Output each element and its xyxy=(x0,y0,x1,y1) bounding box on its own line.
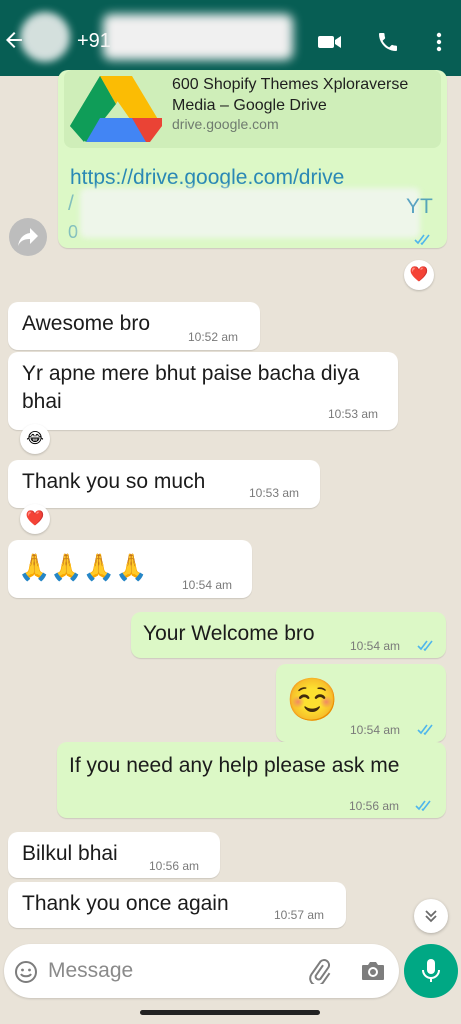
laugh-reaction[interactable]: 😂 xyxy=(20,424,50,454)
read-ticks-icon xyxy=(415,800,431,811)
link-url-fragment: 0 xyxy=(68,222,79,242)
link-url-tail: YT xyxy=(406,195,433,218)
emoji-message: 🙏🙏🙏🙏 xyxy=(18,552,148,582)
message-time: 10:53 am xyxy=(249,486,300,500)
chat-area[interactable]: 600 Shopify Themes Xploraverse Media – G… xyxy=(0,70,461,942)
message-time: 10:54 am xyxy=(182,578,233,592)
message-time: 10:56 am xyxy=(149,859,200,873)
more-options-icon[interactable] xyxy=(430,30,448,54)
incoming-message[interactable]: Bilkul bhai 10:56 am xyxy=(8,832,220,878)
emoji-icon[interactable] xyxy=(14,960,38,984)
camera-icon[interactable] xyxy=(360,960,386,982)
message-time: 10:57 am xyxy=(274,908,325,922)
message-text: If you need any help please ask me xyxy=(69,754,400,777)
mic-icon xyxy=(422,959,440,982)
message-input[interactable] xyxy=(48,954,288,988)
avatar[interactable] xyxy=(20,12,70,62)
outgoing-message[interactable]: If you need any help please ask me 10:56… xyxy=(57,742,446,818)
message-time: 10:53 am xyxy=(328,407,379,421)
link-preview-domain: drive.google.com xyxy=(172,116,279,132)
message-text: Your Welcome bro xyxy=(143,622,315,645)
message-text: Yr apne mere bhut paise bacha diya bhai xyxy=(22,362,360,413)
heart-reaction[interactable]: ❤️ xyxy=(404,260,434,290)
heart-reaction[interactable]: ❤️ xyxy=(20,504,50,534)
read-ticks-icon xyxy=(417,724,433,735)
link-url[interactable]: https://drive.google.com/drive xyxy=(70,166,344,190)
redacted-url xyxy=(80,188,420,238)
forward-button[interactable] xyxy=(9,218,47,256)
message-time: 10:52 am xyxy=(188,330,239,344)
google-drive-logo xyxy=(70,76,162,142)
link-url-fragment: / xyxy=(68,192,74,215)
message-time: 10:54 am xyxy=(350,639,401,653)
message-text: Bilkul bhai xyxy=(22,842,118,865)
link-message-bubble[interactable]: 600 Shopify Themes Xploraverse Media – G… xyxy=(58,70,447,248)
message-time: 10:54 am xyxy=(350,723,401,737)
incoming-message[interactable]: Thank you so much 10:53 am xyxy=(8,460,320,508)
message-text: Thank you once again xyxy=(22,892,229,915)
link-preview-title: 600 Shopify Themes Xploraverse Media – G… xyxy=(172,76,409,114)
message-composer xyxy=(4,944,399,998)
message-text: ☺️ xyxy=(286,676,339,723)
video-call-icon[interactable] xyxy=(317,30,343,54)
voice-message-button[interactable] xyxy=(404,944,458,998)
redacted-contact-name xyxy=(103,14,293,60)
home-indicator xyxy=(140,1010,320,1015)
incoming-message[interactable]: Awesome bro 10:52 am xyxy=(8,302,260,350)
forward-icon xyxy=(18,228,38,246)
incoming-message[interactable]: Thank you once again 10:57 am xyxy=(8,882,346,928)
outgoing-message[interactable]: ☺️ 10:54 am xyxy=(276,664,446,742)
read-ticks-icon xyxy=(414,234,430,245)
outgoing-message[interactable]: Your Welcome bro 10:54 am xyxy=(131,612,446,658)
attach-icon[interactable] xyxy=(306,958,332,984)
link-preview-card[interactable]: 600 Shopify Themes Xploraverse Media – G… xyxy=(64,70,441,148)
message-text: Awesome bro xyxy=(22,312,151,335)
incoming-message[interactable]: Yr apne mere bhut paise bacha diya bhai … xyxy=(8,352,398,430)
double-chevron-down-icon xyxy=(425,910,437,923)
message-time: 10:56 am xyxy=(349,799,400,813)
message-text: 🙏🙏🙏🙏 xyxy=(18,552,148,582)
chat-header: +91 xyxy=(0,0,461,76)
incoming-message[interactable]: 🙏🙏🙏🙏 10:54 am xyxy=(8,540,252,598)
message-text: Thank you so much xyxy=(22,470,206,493)
voice-call-icon[interactable] xyxy=(375,30,401,54)
scroll-to-bottom-button[interactable] xyxy=(414,899,448,933)
read-ticks-icon xyxy=(417,640,433,651)
